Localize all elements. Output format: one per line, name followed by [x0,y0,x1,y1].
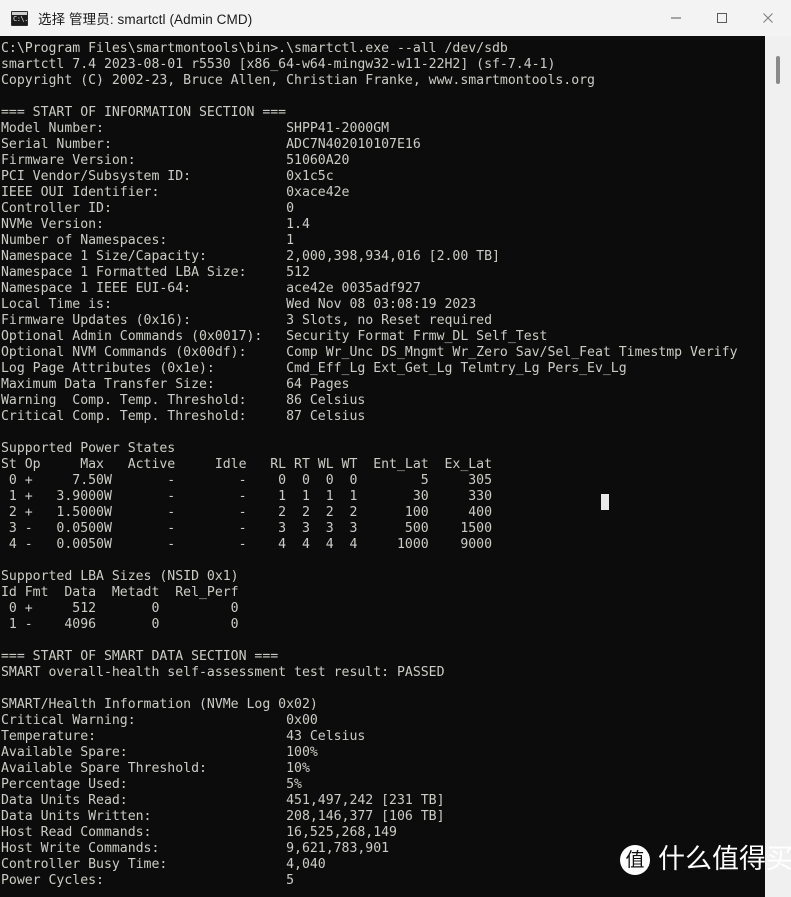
terminal-text: C:\Program Files\smartmontools\bin>.\sma… [1,41,738,889]
scrollbar-thumb[interactable] [776,56,780,84]
terminal-line: Power Cycles: 5 [1,873,295,888]
terminal-line: Maximum Data Transfer Size: 64 Pages [1,377,350,392]
terminal-line: Copyright (C) 2002-23, Bruce Allen, Chri… [1,73,595,88]
terminal-line: SMART/Health Information (NVMe Log 0x02) [1,697,318,712]
terminal-line: Local Time is: Wed Nov 08 03:08:19 2023 [1,297,477,312]
terminal-line: 2 + 1.5000W - - 2 2 2 2 100 400 [1,505,493,520]
terminal-line: Data Units Read: 451,497,242 [231 TB] [1,793,445,808]
terminal-line: === START OF SMART DATA SECTION === [1,649,279,664]
terminal-line: 3 - 0.0500W - - 3 3 3 3 500 1500 [1,521,493,536]
terminal-line: Warning Comp. Temp. Threshold: 86 Celsiu… [1,393,366,408]
terminal-output-area[interactable]: C:\Program Files\smartmontools\bin>.\sma… [0,36,765,897]
terminal-line: Percentage Used: 5% [1,777,302,792]
terminal-line: 4 - 0.0050W - - 4 4 4 4 1000 9000 [1,537,493,552]
terminal-line: === START OF INFORMATION SECTION === [1,105,287,120]
terminal-line: Host Read Commands: 16,525,268,149 [1,825,397,840]
terminal-line: Log Page Attributes (0x1e): Cmd_Eff_Lg E… [1,361,627,376]
terminal-line: Namespace 1 IEEE EUI-64: ace42e 0035adf9… [1,281,421,296]
minimize-icon [671,17,681,19]
terminal-line: 1 + 3.9000W - - 1 1 1 1 30 330 [1,489,493,504]
vertical-scrollbar[interactable] [765,36,791,897]
terminal-line: NVMe Version: 1.4 [1,217,310,232]
cmd-icon-label: C:\. [13,14,28,23]
terminal-line: Id Fmt Data Metadt Rel_Perf [1,585,239,600]
title-bar[interactable]: C:\. 选择 管理员: smartctl (Admin CMD) [0,0,791,36]
maximize-icon [717,13,727,23]
text-cursor [601,494,609,510]
terminal-line: PCI Vendor/Subsystem ID: 0x1c5c [1,169,334,184]
terminal-line: SMART overall-health self-assessment tes… [1,665,445,680]
terminal-line: Optional Admin Commands (0x0017): Securi… [1,329,548,344]
terminal-line: Model Number: SHPP41-2000GM [1,121,390,136]
terminal-line: smartctl 7.4 2023-08-01 r5530 [x86_64-w6… [1,57,556,72]
window-controls [653,0,791,36]
console-window: C:\. 选择 管理员: smartctl (Admin CMD) C:\Pro… [0,0,791,897]
terminal-line: 0 + 7.50W - - 0 0 0 0 5 305 [1,473,493,488]
terminal-line: Available Spare: 100% [1,745,318,760]
terminal-line: Serial Number: ADC7N402010107E16 [1,137,421,152]
terminal-line: Firmware Version: 51060A20 [1,153,350,168]
terminal-line: Optional NVM Commands (0x00df): Comp Wr_… [1,345,738,360]
terminal-line: Firmware Updates (0x16): 3 Slots, no Res… [1,313,493,328]
terminal-line: Namespace 1 Size/Capacity: 2,000,398,934… [1,249,500,264]
minimize-button[interactable] [653,0,699,36]
terminal-line: 0 + 512 0 0 [1,601,239,616]
terminal-line: Supported LBA Sizes (NSID 0x1) [1,569,239,584]
terminal-line: Available Spare Threshold: 10% [1,761,310,776]
terminal-line: IEEE OUI Identifier: 0xace42e [1,185,350,200]
terminal-line: Temperature: 43 Celsius [1,729,366,744]
terminal-line: St Op Max Active Idle RL RT WL WT Ent_La… [1,457,493,472]
terminal-line: Supported Power States [1,441,176,456]
terminal-line: Critical Comp. Temp. Threshold: 87 Celsi… [1,409,366,424]
terminal-line: Namespace 1 Formatted LBA Size: 512 [1,265,310,280]
close-icon [763,13,773,23]
close-button[interactable] [745,0,791,36]
terminal-line: Critical Warning: 0x00 [1,713,318,728]
maximize-button[interactable] [699,0,745,36]
terminal-line: Controller Busy Time: 4,040 [1,857,326,872]
terminal-line: Host Write Commands: 9,621,783,901 [1,841,390,856]
terminal-line: C:\Program Files\smartmontools\bin>.\sma… [1,41,508,56]
terminal-line: Controller ID: 0 [1,201,295,216]
window-title: 选择 管理员: smartctl (Admin CMD) [38,12,253,27]
cmd-icon[interactable]: C:\. [11,10,28,26]
terminal-line: 1 - 4096 0 0 [1,617,239,632]
terminal-line: Data Units Written: 208,146,377 [106 TB] [1,809,445,824]
terminal-line: Number of Namespaces: 1 [1,233,295,248]
